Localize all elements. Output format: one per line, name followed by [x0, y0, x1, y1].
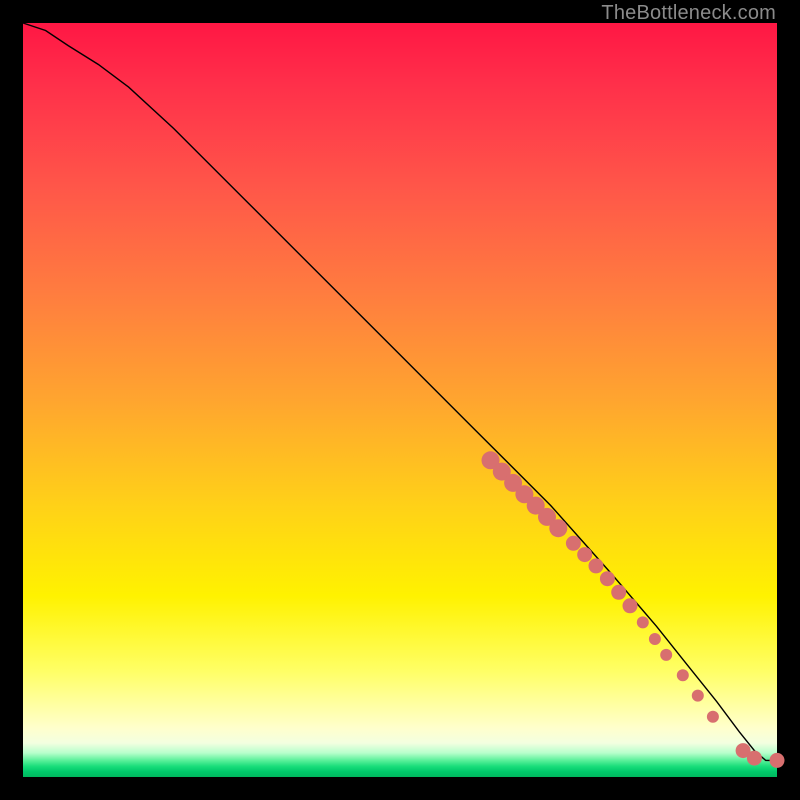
- data-point: [549, 519, 567, 537]
- figure-frame: TheBottleneck.com: [0, 0, 800, 800]
- data-point: [623, 598, 638, 613]
- data-point: [611, 585, 626, 600]
- watermark-text: TheBottleneck.com: [601, 2, 776, 25]
- data-point: [589, 558, 604, 573]
- data-point: [692, 690, 704, 702]
- data-point: [566, 536, 581, 551]
- data-point: [649, 633, 661, 645]
- chart-overlay: [23, 23, 777, 777]
- data-point: [600, 571, 615, 586]
- data-point: [707, 711, 719, 723]
- data-point: [577, 547, 592, 562]
- data-point: [660, 649, 672, 661]
- data-point: [747, 751, 762, 766]
- data-point: [637, 616, 649, 628]
- data-points-group: [482, 451, 785, 768]
- data-point: [677, 669, 689, 681]
- data-point: [770, 753, 785, 768]
